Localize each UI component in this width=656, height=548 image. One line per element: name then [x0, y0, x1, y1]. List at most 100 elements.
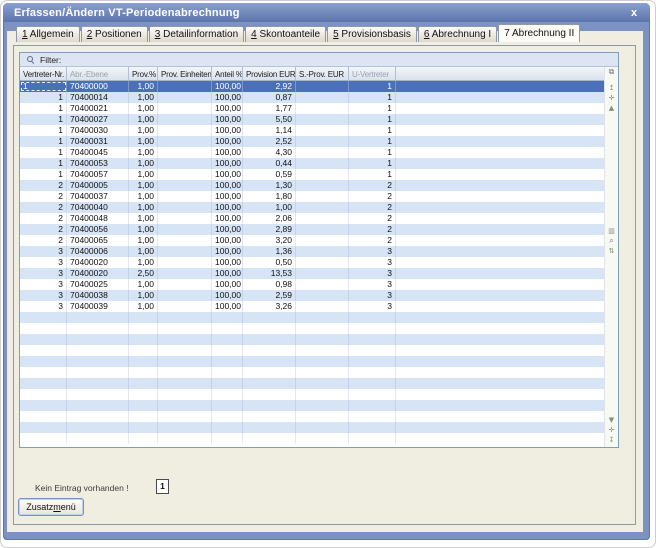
tab-abrechnung-i[interactable]: 6 Abrechnung I	[418, 26, 497, 42]
cell-vertreter-nr-: 1	[20, 125, 67, 136]
cell-prov-	[129, 422, 158, 433]
cell-abr-ebene	[67, 367, 129, 378]
cell-abr-ebene: 70400056	[67, 224, 129, 235]
table-row[interactable]: 3704000391,00100,003,263	[20, 301, 604, 312]
cell-abr-ebene	[67, 422, 129, 433]
table-row[interactable]: 1704000141,00100,000,871	[20, 92, 604, 103]
table-row[interactable]: 2704000651,00100,003,202	[20, 235, 604, 246]
cell-prov-einheiten	[158, 92, 212, 103]
cell-anteil-	[212, 312, 243, 323]
cell-prov-einheiten	[158, 290, 212, 301]
append-row-icon[interactable]: ✛	[609, 426, 615, 434]
column-header-vertreter-nr-[interactable]: Vertreter-Nr.	[20, 67, 67, 80]
cell-provision-eur: 2,89	[243, 224, 296, 235]
scroll-bottom-icon[interactable]: ↧	[609, 436, 615, 444]
table-row[interactable]: 1704000001,00100,002,921	[20, 81, 604, 92]
cell-prov-: 1,00	[129, 180, 158, 191]
column-header-u-vertreter[interactable]: U-Vertreter	[349, 67, 396, 80]
cell-u-vertreter: 3	[349, 257, 396, 268]
cell-anteil-: 100,00	[212, 224, 243, 235]
table-row[interactable]: 1704000311,00100,002,521	[20, 136, 604, 147]
scroll-up-icon[interactable]: ▲	[609, 104, 614, 112]
cell-prov-einheiten	[158, 158, 212, 169]
column-header-prov-einheiten[interactable]: Prov. Einheiten	[158, 67, 212, 80]
cell-anteil-	[212, 389, 243, 400]
cell-anteil-: 100,00	[212, 246, 243, 257]
table-row[interactable]: 1704000531,00100,000,441	[20, 158, 604, 169]
cell-filler	[396, 169, 604, 180]
table-row[interactable]: 1704000271,00100,005,501	[20, 114, 604, 125]
cell-s-prov-eur	[296, 422, 349, 433]
table-row[interactable]: 2704000401,00100,001,002	[20, 202, 604, 213]
cell-u-vertreter: 1	[349, 147, 396, 158]
scroll-down-icon[interactable]: ▼	[609, 416, 614, 424]
cell-anteil-: 100,00	[212, 290, 243, 301]
column-header-prov-[interactable]: Prov.%	[129, 67, 158, 80]
table-row[interactable]: 3704000061,00100,001,363	[20, 246, 604, 257]
table-row[interactable]: 1704000571,00100,000,591	[20, 169, 604, 180]
tab-allgemein[interactable]: 1 Allgemein	[16, 26, 80, 42]
zusatzmenue-button[interactable]: Zusatzmenü	[18, 498, 84, 516]
button-label-mnemonic: m	[53, 502, 61, 512]
close-icon[interactable]: x	[627, 7, 641, 19]
column-chooser-icon[interactable]: ⧉	[609, 68, 615, 76]
cell-provision-eur: 3,26	[243, 301, 296, 312]
column-header-abr-ebene[interactable]: Abr.-Ebene	[67, 67, 129, 80]
cell-s-prov-eur	[296, 378, 349, 389]
cell-abr-ebene: 70400006	[67, 246, 129, 257]
table-row[interactable]: 3704000202,50100,0013,533	[20, 268, 604, 279]
column-width-icon[interactable]: ▥	[608, 227, 615, 235]
filter-search-icon[interactable]	[27, 56, 34, 63]
cell-s-prov-eur	[296, 345, 349, 356]
cell-provision-eur	[243, 400, 296, 411]
cell-u-vertreter: 3	[349, 246, 396, 257]
table-row[interactable]: 2704000371,00100,001,802	[20, 191, 604, 202]
tab-skontoanteile[interactable]: 4 Skontoanteile	[245, 26, 326, 42]
cell-s-prov-eur	[296, 191, 349, 202]
cell-vertreter-nr-	[20, 433, 67, 444]
cell-prov-einheiten	[158, 279, 212, 290]
table-row-empty	[20, 367, 604, 378]
table-row[interactable]: 1704000211,00100,001,771	[20, 103, 604, 114]
grid-header-row: Vertreter-Nr.Abr.-EbeneProv.%Prov. Einhe…	[20, 67, 605, 81]
tab-positionen[interactable]: 2 Positionen	[81, 26, 148, 42]
cell-provision-eur	[243, 334, 296, 345]
column-header-s-prov-eur[interactable]: S.-Prov. EUR	[296, 67, 349, 80]
cell-provision-eur: 1,00	[243, 202, 296, 213]
table-row[interactable]: 2704000051,00100,001,302	[20, 180, 604, 191]
column-header-provision-eur[interactable]: Provision EUR	[243, 67, 296, 80]
cell-prov-einheiten	[158, 169, 212, 180]
insert-row-icon[interactable]: ✛	[609, 94, 615, 102]
cell-anteil-: 100,00	[212, 158, 243, 169]
sort-icon[interactable]: ⇅	[609, 247, 615, 255]
table-row[interactable]: 3704000251,00100,000,983	[20, 279, 604, 290]
table-row[interactable]: 1704000301,00100,001,141	[20, 125, 604, 136]
scroll-top-icon[interactable]: ↥	[609, 84, 615, 92]
cell-anteil-	[212, 378, 243, 389]
cell-prov-einheiten	[158, 125, 212, 136]
filter-bar[interactable]: Filter:	[20, 53, 618, 67]
cell-prov-	[129, 356, 158, 367]
search-icon[interactable]: ⌕	[609, 237, 613, 245]
cell-prov-einheiten	[158, 268, 212, 279]
cell-filler	[396, 411, 604, 422]
table-row[interactable]: 3704000381,00100,002,593	[20, 290, 604, 301]
cell-u-vertreter: 3	[349, 301, 396, 312]
tab-abrechnung-ii[interactable]: 7 Abrechnung II	[498, 24, 580, 42]
table-row[interactable]: 2704000561,00100,002,892	[20, 224, 604, 235]
tab-provisionsbasis[interactable]: 5 Provisionsbasis	[327, 26, 417, 42]
tab-detailinformation[interactable]: 3 Detailinformation	[149, 26, 244, 42]
cell-anteil-: 100,00	[212, 114, 243, 125]
cell-provision-eur: 13,53	[243, 268, 296, 279]
cell-abr-ebene	[67, 389, 129, 400]
cell-filler	[396, 312, 604, 323]
table-row[interactable]: 1704000451,00100,004,301	[20, 147, 604, 158]
cell-u-vertreter: 3	[349, 268, 396, 279]
cell-prov-einheiten	[158, 323, 212, 334]
cell-filler	[396, 180, 604, 191]
column-header-anteil-[interactable]: Anteil %	[212, 67, 243, 80]
table-row[interactable]: 3704000201,00100,000,503	[20, 257, 604, 268]
table-row-empty	[20, 323, 604, 334]
cell-abr-ebene: 70400039	[67, 301, 129, 312]
table-row[interactable]: 2704000481,00100,002,062	[20, 213, 604, 224]
